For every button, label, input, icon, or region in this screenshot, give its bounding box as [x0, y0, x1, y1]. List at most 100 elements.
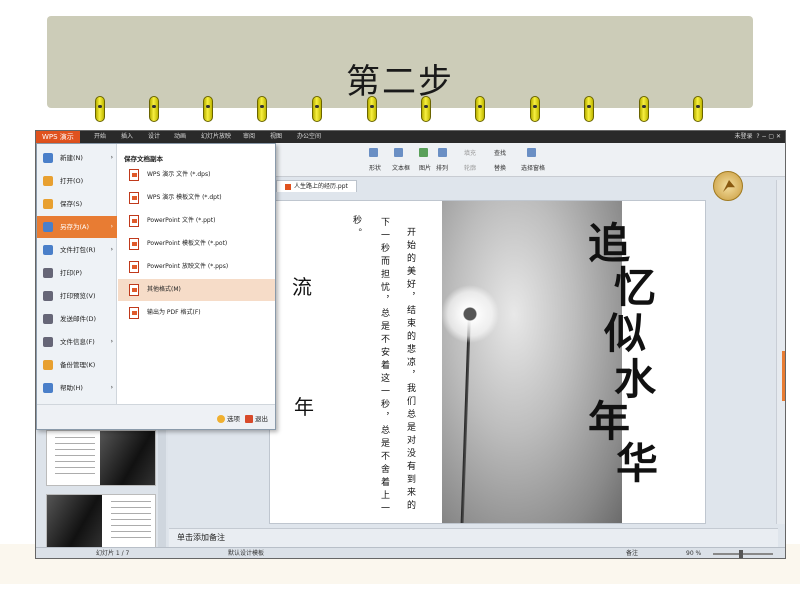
textbox-icon	[394, 148, 403, 157]
slide-thumbnail[interactable]	[46, 494, 156, 550]
binder-ring	[257, 96, 267, 122]
tab-slideshow[interactable]: 幻灯片放映	[201, 131, 231, 143]
save-format-label: PowerPoint 文件 (*.ppt)	[147, 217, 216, 224]
title-bar: WPS 演示 开始 插入 设计 动画 幻灯片放映 审阅 视图 办公空间 未登录 …	[36, 131, 785, 143]
picture-label[interactable]: 图片	[419, 163, 431, 172]
file-menu-item[interactable]: 文件打包(R) ›	[37, 239, 117, 261]
title-banner: 第二步	[47, 16, 753, 108]
slide-thumbnail-panel[interactable]	[36, 430, 168, 550]
file-format-icon	[129, 192, 139, 204]
chevron-right-icon: ›	[110, 384, 113, 391]
select-pane-label[interactable]: 选择窗格	[521, 163, 545, 172]
menu-item-label: 打开(O)	[60, 177, 84, 185]
binder-ring	[693, 96, 703, 122]
menu-item-icon	[43, 245, 53, 255]
menu-item-icon	[43, 360, 53, 370]
dandelion-head	[441, 285, 499, 343]
scroll-indicator	[782, 351, 785, 401]
find-button[interactable]: 查找	[494, 148, 506, 157]
file-menu-item[interactable]: 新建(N) ›	[37, 147, 117, 169]
file-format-icon	[129, 284, 139, 296]
menu-item-icon	[43, 222, 53, 232]
thumbnail-scrollbar[interactable]	[158, 430, 166, 547]
picture-button[interactable]	[419, 148, 430, 157]
slide-thumbnail[interactable]	[46, 430, 156, 486]
chevron-right-icon: ›	[110, 338, 113, 345]
textbox-button[interactable]	[394, 148, 405, 157]
replace-button[interactable]: 替换	[494, 163, 506, 172]
thumbnail-text	[55, 437, 95, 477]
menu-item-label: 另存为(A)	[60, 223, 90, 231]
file-menu-item[interactable]: 保存(S)	[37, 193, 117, 215]
menu-item-label: 备份管理(K)	[60, 361, 96, 369]
save-format-item[interactable]: PowerPoint 文件 (*.ppt)	[118, 210, 275, 232]
arrange-button[interactable]	[438, 148, 449, 157]
binder-ring	[584, 96, 594, 122]
binder-ring	[475, 96, 485, 122]
notes-pane[interactable]: 单击添加备注	[169, 528, 778, 547]
file-format-icon	[129, 169, 139, 181]
file-menu-item[interactable]: 打印(P)	[37, 262, 117, 284]
document-tab[interactable]: 人生路上的经历.ppt	[276, 180, 357, 192]
zoom-slider-handle[interactable]	[739, 550, 743, 558]
tab-office-space[interactable]: 办公空间	[297, 131, 321, 143]
select-pane-button[interactable]	[527, 148, 538, 157]
account-label[interactable]: 未登录	[735, 133, 753, 140]
save-format-item[interactable]: 输出为 PDF 格式(F)	[118, 302, 275, 324]
menu-item-icon	[43, 383, 53, 393]
menu-item-icon	[43, 314, 53, 324]
binder-ring	[312, 96, 322, 122]
menu-item-label: 文件信息(F)	[60, 338, 95, 346]
file-menu-item[interactable]: 文件信息(F) ›	[37, 331, 117, 353]
file-menu-item[interactable]: 帮助(H) ›	[37, 377, 117, 399]
file-menu-item[interactable]: 打开(O)	[37, 170, 117, 192]
save-format-item[interactable]: PowerPoint 模板文件 (*.pot)	[118, 233, 275, 255]
slide-canvas[interactable]: 流 年 秒。 下一秒而担忧，总是不安着这一秒，总是不舍着上一 开始的美好，结束的…	[269, 200, 706, 524]
save-format-item[interactable]: WPS 演示 模板文件 (*.dpt)	[118, 187, 275, 209]
textbox-label[interactable]: 文本框	[392, 163, 410, 172]
options-icon	[217, 415, 225, 423]
notes-toggle[interactable]: 备注	[626, 548, 638, 558]
zoom-slider[interactable]	[713, 553, 773, 555]
shape-label[interactable]: 形状	[369, 163, 381, 172]
shape-button[interactable]	[369, 148, 380, 157]
tab-review[interactable]: 审阅	[243, 131, 255, 143]
window-controls[interactable]: 未登录 ? − ▢ ✕	[735, 131, 781, 143]
fill-button[interactable]: 填充	[464, 148, 476, 157]
binder-ring	[530, 96, 540, 122]
menu-item-icon	[43, 153, 53, 163]
shape-icon	[369, 148, 378, 157]
options-button[interactable]: 选项	[217, 413, 240, 423]
tab-insert[interactable]: 插入	[121, 131, 133, 143]
chevron-right-icon: ›	[110, 223, 113, 230]
file-menu-item[interactable]: 备份管理(K)	[37, 354, 117, 376]
exit-button[interactable]: 退出	[245, 413, 268, 423]
tab-home[interactable]: 开始	[94, 131, 106, 143]
file-menu-item[interactable]: 另存为(A) ›	[37, 216, 117, 238]
file-menu-item[interactable]: 打印预览(V)	[37, 285, 117, 307]
binder-ring	[95, 96, 105, 122]
save-format-item[interactable]: WPS 演示 文件 (*.dps)	[118, 164, 275, 186]
app-menu-button[interactable]: WPS 演示	[36, 131, 80, 143]
save-format-item[interactable]: 其他格式(M)	[118, 279, 275, 301]
save-format-item[interactable]: PowerPoint 放映文件 (*.pps)	[118, 256, 275, 278]
menu-item-label: 发送邮件(D)	[60, 315, 97, 323]
menu-item-icon	[43, 176, 53, 186]
title-char: 水	[614, 355, 657, 404]
arrange-label[interactable]: 排列	[436, 163, 448, 172]
outline-button[interactable]: 轮廓	[464, 163, 476, 172]
tab-animation[interactable]: 动画	[174, 131, 186, 143]
tab-view[interactable]: 视图	[270, 131, 282, 143]
file-format-icon	[129, 215, 139, 227]
exit-icon	[245, 415, 253, 423]
title-char: 年	[588, 397, 631, 446]
slide-page: 第二步 WPS 演示 开始 插入 设计 动画 幻灯片放映 审阅 视图 办公空间 …	[0, 0, 800, 600]
tab-design[interactable]: 设计	[148, 131, 160, 143]
file-menu-item[interactable]: 发送邮件(D)	[37, 308, 117, 330]
menu-item-icon	[43, 268, 53, 278]
title-char: 华	[616, 439, 659, 488]
binder-rings	[47, 96, 753, 124]
title-char: 追	[588, 219, 631, 268]
file-format-icon	[129, 307, 139, 319]
thumbnail-text	[111, 501, 151, 541]
